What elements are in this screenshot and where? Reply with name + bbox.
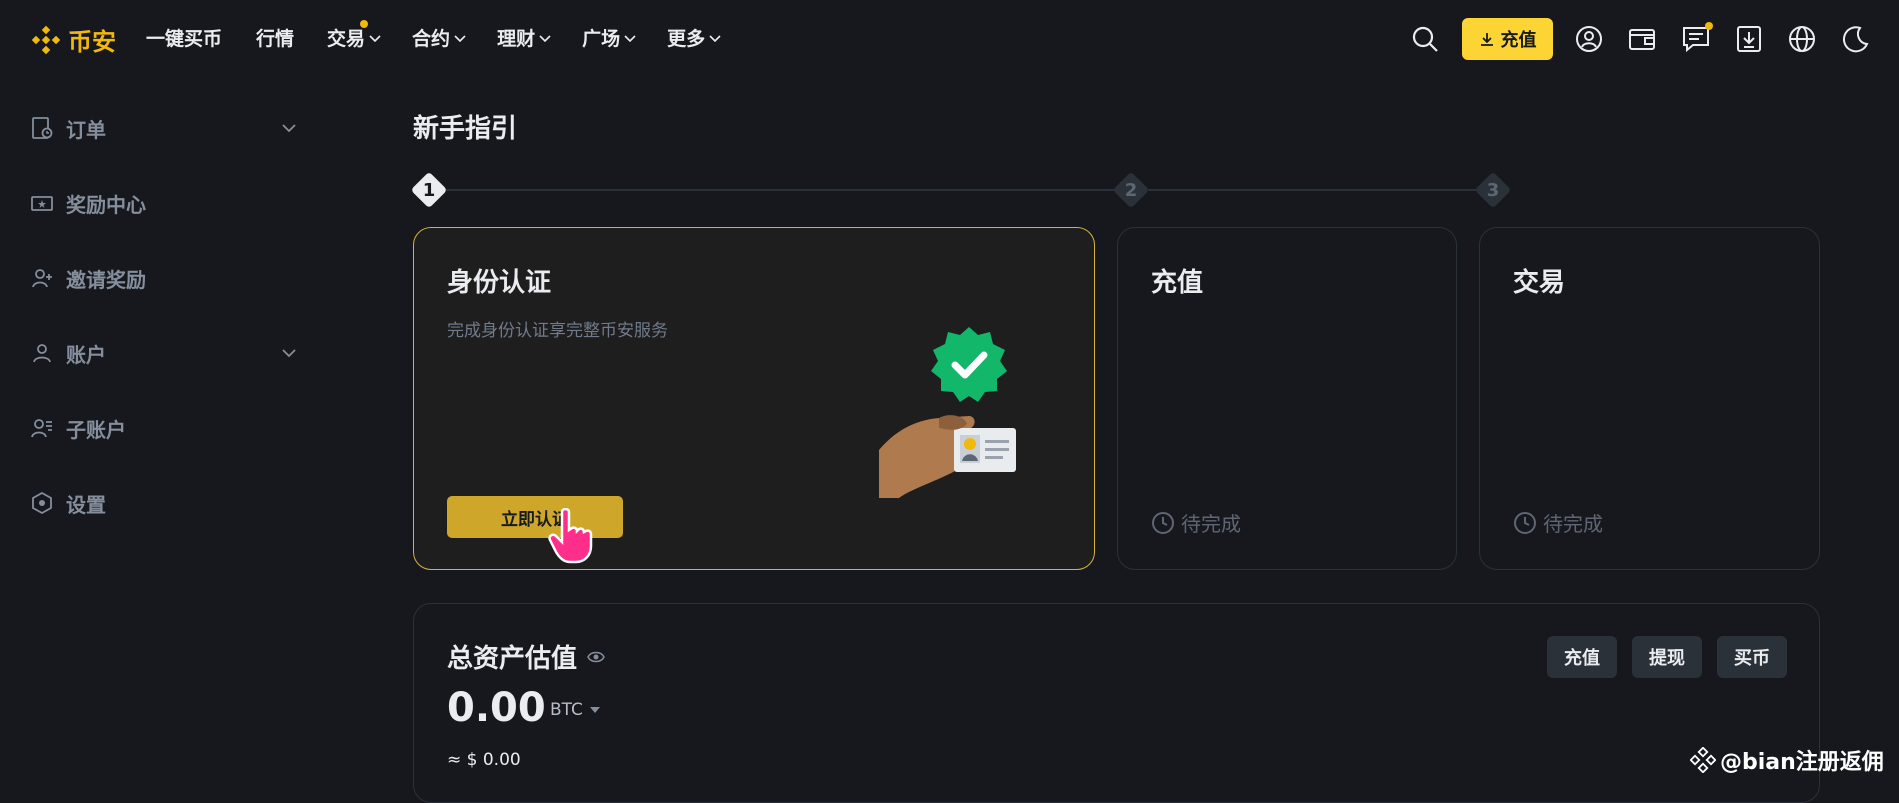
nav-item-square[interactable]: 广场 bbox=[582, 24, 637, 51]
sidebar-item-label: 子账户 bbox=[66, 417, 126, 442]
nav-label: 合约 bbox=[412, 28, 451, 50]
eye-icon[interactable] bbox=[587, 648, 605, 666]
button-label: 提现 bbox=[1649, 648, 1685, 669]
brand-name: 币安 bbox=[68, 28, 116, 56]
notification-dot bbox=[360, 20, 369, 28]
deposit-button[interactable]: 充值 bbox=[1462, 18, 1553, 60]
nav-item-more[interactable]: 更多 bbox=[667, 24, 722, 51]
asset-title: 总资产估值 bbox=[447, 638, 605, 675]
sub-account-icon bbox=[31, 419, 52, 438]
download-arrow-icon bbox=[1480, 33, 1493, 46]
clock-icon bbox=[1514, 511, 1536, 534]
nav-label: 广场 bbox=[582, 28, 621, 50]
sidebar-item-label: 账户 bbox=[66, 342, 106, 367]
guide-card-verification: 身份认证 完成身份认证享完整币安服务 立即认证 bbox=[413, 227, 1095, 570]
sidebar-item-label: 邀请奖励 bbox=[66, 267, 146, 292]
guide-card-trade: 交易 待完成 bbox=[1479, 227, 1820, 570]
pending-status: 待完成 bbox=[1513, 508, 1603, 537]
app-download-icon[interactable] bbox=[1734, 24, 1764, 54]
card-title: 充值 bbox=[1151, 268, 1204, 298]
withdraw-button[interactable]: 提现 bbox=[1632, 636, 1702, 678]
nav-item-futures[interactable]: 合约 bbox=[412, 24, 467, 51]
sidebar-item-rewards[interactable]: 奖励中心 bbox=[30, 183, 298, 223]
sidebar-item-orders[interactable]: 订单 bbox=[30, 108, 298, 148]
asset-overview-card: 总资产估值 0.00 BTC ≈ $ 0.00 充值 提现 买币 bbox=[413, 603, 1820, 803]
wallet-icon[interactable] bbox=[1627, 24, 1657, 54]
chevron-down-icon bbox=[624, 34, 636, 42]
chevron-down-icon[interactable] bbox=[280, 344, 298, 362]
top-nav-bar: 币安 一键买币 行情 交易 合约 理财 广场 更多 充值 bbox=[0, 0, 1899, 78]
nav-label: 理财 bbox=[497, 28, 536, 50]
step-number: 3 bbox=[1486, 179, 1500, 201]
asset-balance: 0.00 bbox=[447, 685, 546, 731]
nav-item-quick-buy[interactable]: 一键买币 bbox=[146, 24, 222, 51]
binance-logo-icon bbox=[1690, 747, 1716, 773]
status-label: 待完成 bbox=[1543, 512, 1603, 536]
status-label: 待完成 bbox=[1181, 512, 1241, 536]
chevron-down-icon bbox=[539, 34, 551, 42]
deposit-label: 充值 bbox=[1500, 30, 1537, 51]
sidebar-item-invite[interactable]: 邀请奖励 bbox=[30, 258, 298, 298]
chevron-down-icon[interactable] bbox=[280, 119, 298, 137]
main-nav: 一键买币 行情 交易 合约 理财 广场 更多 bbox=[146, 20, 722, 51]
sidebar-item-label: 设置 bbox=[66, 492, 106, 517]
id-card-illustration bbox=[879, 327, 1016, 498]
watermark: @bian注册返佣 bbox=[1690, 744, 1884, 776]
nav-label: 一键买币 bbox=[146, 28, 223, 50]
nav-label: 行情 bbox=[256, 28, 295, 50]
nav-item-trade[interactable]: 交易 bbox=[327, 20, 382, 51]
clock-icon bbox=[1152, 511, 1174, 534]
nav-label: 更多 bbox=[667, 28, 706, 50]
asset-unit-select[interactable]: BTC bbox=[550, 700, 601, 720]
step-number: 2 bbox=[1124, 179, 1138, 201]
card-description: 完成身份认证享完整币安服务 bbox=[447, 321, 668, 341]
search-icon[interactable] bbox=[1410, 24, 1440, 54]
button-label: 充值 bbox=[1564, 648, 1600, 669]
sidebar-item-settings[interactable]: 设置 bbox=[30, 483, 298, 523]
buy-crypto-button[interactable]: 买币 bbox=[1717, 636, 1787, 678]
nav-label: 交易 bbox=[327, 28, 366, 50]
unit-label: BTC bbox=[550, 700, 583, 720]
account-icon bbox=[33, 344, 51, 363]
nav-item-earn[interactable]: 理财 bbox=[497, 24, 552, 51]
invite-icon bbox=[32, 269, 52, 288]
watermark-text: @bian注册返佣 bbox=[1720, 750, 1884, 775]
sidebar-item-label: 订单 bbox=[66, 117, 106, 142]
notification-dot bbox=[1705, 22, 1713, 30]
reward-icon bbox=[31, 196, 53, 211]
asset-title-label: 总资产估值 bbox=[447, 644, 578, 674]
moon-icon[interactable] bbox=[1840, 24, 1870, 54]
asset-usd-value: ≈ $ 0.00 bbox=[447, 750, 521, 770]
sidebar-item-label: 奖励中心 bbox=[66, 192, 146, 217]
caret-down-icon bbox=[589, 707, 600, 713]
verify-now-button[interactable]: 立即认证 bbox=[447, 496, 623, 538]
pending-status: 待完成 bbox=[1151, 508, 1241, 537]
step-connector bbox=[1148, 189, 1478, 191]
order-icon bbox=[32, 117, 53, 139]
step-number: 1 bbox=[422, 179, 436, 201]
card-title: 交易 bbox=[1513, 268, 1566, 298]
user-icon[interactable] bbox=[1574, 24, 1604, 54]
pointer-hand-icon bbox=[548, 508, 593, 564]
guide-card-deposit: 充值 待完成 bbox=[1117, 227, 1457, 570]
card-title: 身份认证 bbox=[447, 268, 552, 298]
chevron-down-icon bbox=[369, 34, 381, 42]
page-title: 新手指引 bbox=[413, 114, 518, 144]
button-label: 买币 bbox=[1734, 648, 1770, 669]
globe-icon[interactable] bbox=[1787, 24, 1817, 54]
binance-logo-icon bbox=[31, 25, 61, 54]
brand-logo[interactable]: 币安 bbox=[30, 22, 116, 57]
chevron-down-icon bbox=[454, 34, 466, 42]
settings-icon bbox=[32, 491, 52, 515]
sidebar-item-sub-account[interactable]: 子账户 bbox=[30, 408, 298, 448]
nav-item-markets[interactable]: 行情 bbox=[256, 24, 294, 51]
deposit-button[interactable]: 充值 bbox=[1547, 636, 1617, 678]
chevron-down-icon bbox=[709, 34, 721, 42]
step-connector bbox=[445, 189, 1115, 191]
sidebar-item-account[interactable]: 账户 bbox=[30, 333, 298, 373]
